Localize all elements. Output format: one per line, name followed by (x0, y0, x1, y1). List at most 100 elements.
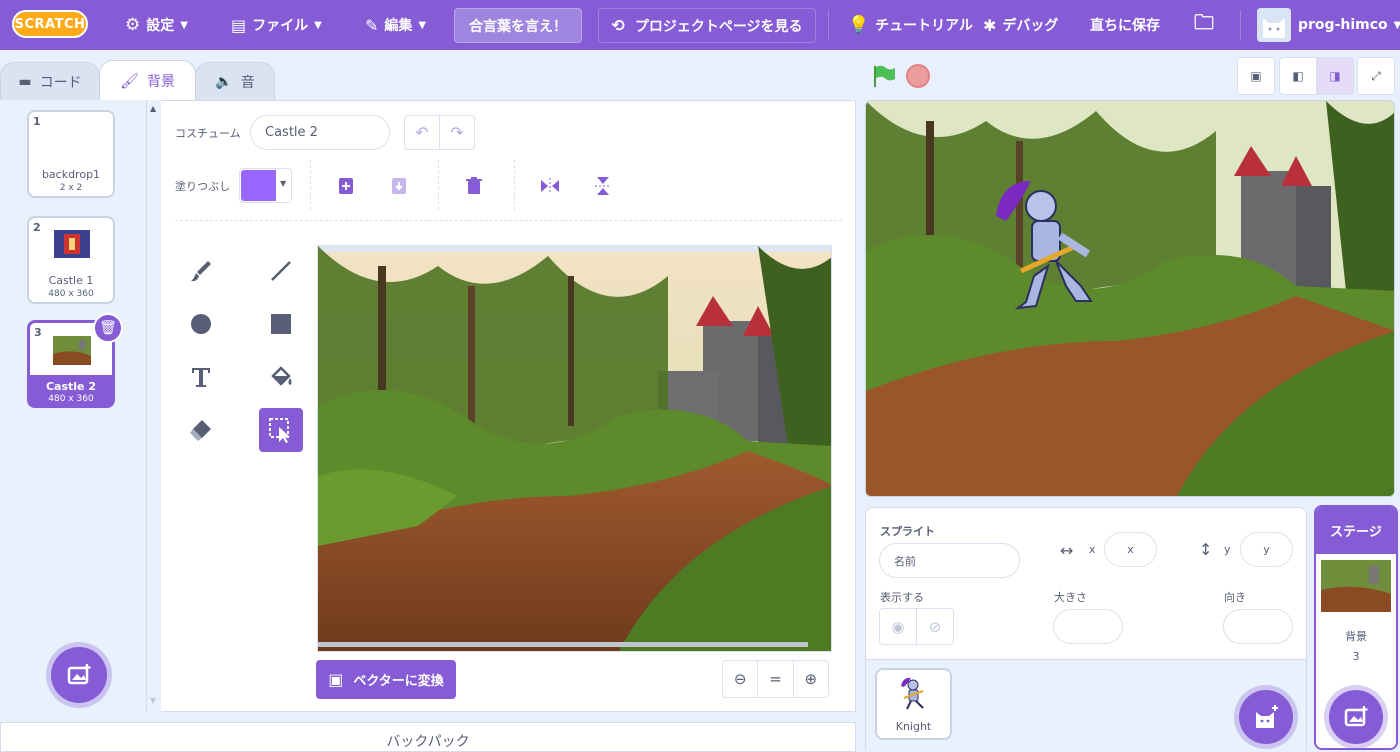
backdrop-thumbnail (54, 230, 90, 258)
image-add-icon (67, 664, 91, 685)
sprite-label: スプライト (880, 525, 935, 538)
choose-sprite-button[interactable] (1239, 690, 1293, 744)
sprite-item[interactable]: Knight (875, 668, 952, 740)
backpack-header[interactable]: バックパック (0, 722, 856, 752)
backdrop-item[interactable]: 2 Castle 1 480 x 360 (27, 216, 115, 304)
line-tool[interactable] (259, 249, 303, 293)
save-now-button[interactable]: 直ちに保存 (1090, 0, 1160, 50)
costume-name-input[interactable]: Castle 2 (250, 115, 390, 150)
circle-tool[interactable] (179, 302, 223, 346)
speaker-icon: 🔈 (215, 73, 233, 90)
scroll-up-icon[interactable]: ▲ (150, 104, 156, 113)
eraser-icon (190, 420, 211, 441)
zoom-in-icon: ⊕ (804, 670, 818, 688)
fullscreen-button[interactable]: ⤢ (1357, 57, 1395, 95)
line-icon (271, 261, 291, 281)
stop-icon[interactable] (906, 64, 930, 88)
fill-color-picker[interactable]: ▼ (239, 168, 292, 203)
backdrop-name: Castle 2 (45, 380, 96, 393)
tab-sounds[interactable]: 🔈 音 (195, 62, 275, 100)
see-project-page-button[interactable]: ⟲ プロジェクトページを見る (598, 8, 816, 43)
eraser-tool[interactable] (179, 408, 223, 452)
backdrop-size: 480 x 360 (48, 289, 94, 299)
edit-label: 編集 (384, 18, 413, 34)
flip-horizontal-icon[interactable] (535, 171, 565, 201)
brush-tool[interactable] (179, 249, 223, 293)
castle-backdrop-image (318, 246, 831, 651)
gear-icon: ⚙ (125, 15, 141, 35)
stage-editor-toggle[interactable]: ▣ (1237, 57, 1275, 95)
scroll-down-icon[interactable]: ▼ (150, 696, 156, 705)
stage-canvas[interactable] (865, 100, 1395, 497)
delete-icon[interactable] (459, 171, 489, 201)
lightbulb-icon: 💡 (848, 15, 870, 35)
show-sprite-button[interactable]: ◉ (879, 608, 917, 645)
size-input[interactable] (1053, 609, 1123, 644)
zoom-reset-button[interactable]: = (758, 661, 794, 697)
avatar[interactable] (1257, 8, 1291, 42)
fill-color-swatch (241, 170, 276, 201)
green-flag-icon[interactable] (871, 63, 897, 89)
sprite-name-input[interactable]: 名前 (879, 543, 1020, 578)
debug-button[interactable]: ✱ デバッグ (983, 0, 1058, 50)
flip-vertical-icon[interactable] (588, 171, 618, 201)
paste-icon[interactable] (384, 171, 414, 201)
image-add-icon (1344, 706, 1368, 727)
copy-icon[interactable] (331, 171, 361, 201)
backdrop-name: Castle 1 (48, 274, 94, 287)
username-menu[interactable]: prog-himco ▼ (1298, 0, 1400, 50)
debug-label: デバッグ (1002, 18, 1059, 34)
paint-canvas[interactable] (317, 245, 832, 652)
hide-sprite-button[interactable]: ⊘ (916, 608, 954, 645)
zoom-controls: ⊖ = ⊕ (722, 660, 829, 698)
redo-icon: ↷ (450, 123, 464, 142)
folder-icon[interactable]: 🗀 (1194, 0, 1214, 50)
redo-button[interactable]: ↷ (439, 115, 475, 150)
backdrop-item[interactable]: 1 backdrop1 2 x 2 (27, 110, 115, 198)
settings-menu[interactable]: ⚙ 設定 ▼ (125, 0, 188, 50)
x-position-input[interactable]: x (1104, 532, 1157, 567)
knight-thumbnail (901, 677, 924, 710)
bug-icon: ✱ (983, 15, 997, 35)
edit-menu[interactable]: ✎ 編集 ▼ (365, 0, 426, 50)
chevron-down-icon: ▼ (418, 19, 427, 31)
tab-sounds-label: 音 (240, 74, 255, 91)
divider (1240, 10, 1241, 40)
tab-backdrops-label: 背景 (147, 73, 176, 90)
convert-to-vector-button[interactable]: ▣ ベクターに変換 (316, 660, 456, 699)
list-scrollbar[interactable]: ▲ ▼ (147, 100, 161, 712)
rectangle-tool[interactable] (259, 302, 303, 346)
eye-slash-icon: ⊘ (928, 617, 942, 636)
choose-stage-backdrop-button[interactable] (1329, 690, 1383, 744)
delete-backdrop-button[interactable]: 🗑 (93, 313, 123, 343)
y-position-input[interactable]: y (1240, 532, 1293, 567)
choose-backdrop-button[interactable] (51, 647, 107, 703)
circle-icon (191, 314, 211, 334)
size-label: 大きさ (1054, 591, 1087, 604)
scratch-logo[interactable]: SCRATCH (12, 10, 88, 38)
tab-backdrops[interactable]: 🖌 背景 (99, 60, 196, 100)
undo-icon: ↶ (415, 123, 429, 142)
fill-tool[interactable] (259, 355, 303, 399)
zoom-out-button[interactable]: ⊖ (723, 661, 759, 697)
direction-input[interactable] (1223, 609, 1293, 644)
settings-label: 設定 (146, 18, 175, 34)
tab-code[interactable]: ▬ コード (0, 62, 100, 100)
cat-avatar-icon (1257, 8, 1291, 42)
menu-bar: SCRATCH ⚙ 設定 ▼ ▤ ファイル ▼ ✎ 編集 ▼ 合言葉を言え！ ⟲… (0, 0, 1400, 50)
project-title-input[interactable]: 合言葉を言え！ (454, 8, 582, 43)
x-arrows-icon: ↔ (1060, 541, 1074, 560)
zoom-in-button[interactable]: ⊕ (794, 661, 828, 697)
y-label: y (1224, 543, 1231, 556)
file-icon: ▤ (231, 15, 247, 35)
text-tool[interactable] (179, 355, 223, 399)
remix-arrows-icon: ⟲ (611, 16, 625, 35)
select-tool[interactable] (259, 408, 303, 452)
tutorials-button[interactable]: 💡 チュートリアル (848, 0, 973, 50)
small-stage-button[interactable]: ◧ (1279, 57, 1317, 95)
file-menu[interactable]: ▤ ファイル ▼ (231, 0, 322, 50)
divider (175, 220, 842, 221)
sprite-name: Knight (895, 720, 932, 733)
large-stage-button[interactable]: ◨ (1316, 57, 1354, 95)
undo-button[interactable]: ↶ (404, 115, 440, 150)
